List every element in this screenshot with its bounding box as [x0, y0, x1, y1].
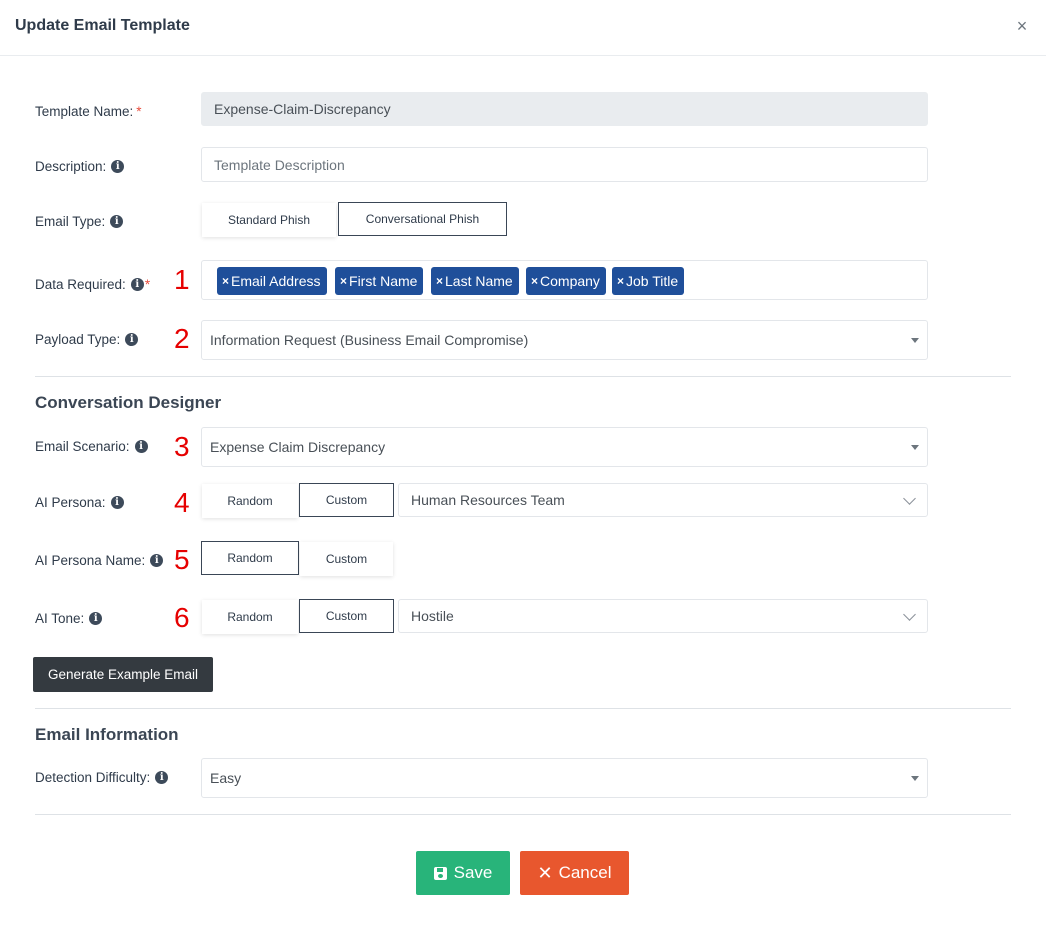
tag-label: Job Title: [626, 273, 679, 289]
tag-label: First Name: [349, 273, 418, 289]
tag-remove-icon[interactable]: ×: [340, 274, 347, 288]
conversation-designer-title: Conversation Designer: [35, 393, 222, 412]
template-name-label-text: Template Name:: [35, 104, 134, 119]
payload-type-label: Payload Type: i: [35, 332, 139, 347]
info-icon[interactable]: i: [134, 440, 148, 453]
email-scenario-value: Expense Claim Discrepancy: [210, 439, 386, 455]
tag-label: Last Name: [445, 273, 513, 289]
tag-remove-icon[interactable]: ×: [436, 274, 443, 288]
annotation-number-5: 5: [174, 544, 190, 575]
annotation-number-3: 3: [174, 431, 190, 462]
cancel-button[interactable]: ✕ Cancel: [520, 851, 629, 895]
ai-persona-name-label-text: AI Persona Name:: [35, 553, 146, 568]
tag-remove-icon[interactable]: ×: [222, 274, 229, 288]
chevron-down-icon: [903, 608, 916, 621]
save-button[interactable]: Save: [416, 851, 510, 895]
ai-persona-label-text: AI Persona:: [35, 495, 106, 510]
tag-job-title[interactable]: × Job Title: [612, 267, 685, 295]
email-scenario-select[interactable]: Expense Claim Discrepancy: [201, 427, 928, 467]
ai-persona-random[interactable]: Random: [202, 484, 298, 518]
detection-difficulty-value: Easy: [210, 770, 242, 786]
divider: [35, 708, 1011, 709]
generate-example-email-button[interactable]: Generate Example Email: [33, 657, 213, 692]
close-icon[interactable]: ×: [1012, 14, 1032, 38]
ai-persona-name-custom[interactable]: Custom: [300, 542, 393, 576]
info-icon[interactable]: i: [155, 771, 169, 784]
tag-first-name[interactable]: × First Name: [335, 267, 424, 295]
info-icon[interactable]: i: [110, 496, 124, 509]
ai-tone-select[interactable]: Hostile: [398, 599, 928, 633]
email-type-label-text: Email Type:: [35, 214, 106, 229]
chevron-down-icon: [903, 492, 916, 505]
tag-label: Company: [540, 273, 600, 289]
ai-persona-name-label: AI Persona Name: i: [35, 553, 164, 568]
info-icon[interactable]: i: [110, 215, 124, 228]
template-name-input[interactable]: Expense-Claim-Discrepancy: [201, 92, 928, 126]
ai-tone-random[interactable]: Random: [202, 600, 298, 634]
data-required-label: Data Required: i *: [35, 277, 150, 292]
detection-difficulty-select[interactable]: Easy: [201, 758, 928, 798]
divider: [35, 376, 1011, 377]
x-mark-icon: ✕: [537, 862, 553, 883]
data-required-label-text: Data Required:: [35, 277, 126, 292]
annotation-number-2: 2: [174, 323, 190, 354]
info-icon[interactable]: i: [89, 612, 103, 625]
ai-tone-label: AI Tone: i: [35, 611, 103, 626]
payload-type-value: Information Request (Business Email Comp…: [210, 332, 529, 348]
ai-tone-label-text: AI Tone:: [35, 611, 85, 626]
caret-down-icon: [911, 776, 919, 781]
email-information-title: Email Information: [35, 725, 179, 744]
info-icon[interactable]: i: [150, 554, 164, 567]
caret-down-icon: [911, 338, 919, 343]
ai-persona-custom[interactable]: Custom: [299, 483, 394, 517]
save-label: Save: [453, 863, 493, 882]
info-icon[interactable]: i: [111, 160, 125, 173]
description-input[interactable]: Template Description: [201, 147, 928, 182]
email-type-conversational-phish[interactable]: Conversational Phish: [338, 202, 507, 236]
cancel-label: Cancel: [558, 863, 612, 882]
tag-remove-icon[interactable]: ×: [617, 274, 624, 288]
detection-difficulty-label: Detection Difficulty: i: [35, 770, 169, 785]
detection-difficulty-label-text: Detection Difficulty:: [35, 770, 151, 785]
divider: [35, 814, 1011, 815]
payload-type-select[interactable]: Information Request (Business Email Comp…: [201, 320, 928, 360]
modal-title: Update Email Template: [15, 17, 190, 34]
info-icon[interactable]: i: [130, 278, 144, 291]
ai-persona-label: AI Persona: i: [35, 495, 124, 510]
ai-tone-custom[interactable]: Custom: [299, 599, 394, 633]
ai-tone-value: Hostile: [411, 608, 454, 624]
ai-persona-value: Human Resources Team: [411, 492, 565, 508]
template-name-label: Template Name: *: [35, 104, 142, 119]
email-scenario-label: Email Scenario: i: [35, 439, 148, 454]
tag-label: Email Address: [231, 273, 321, 289]
modal-header: Update Email Template ×: [0, 0, 1046, 56]
email-type-standard-phish[interactable]: Standard Phish: [202, 203, 336, 237]
tag-remove-icon[interactable]: ×: [531, 274, 538, 288]
ai-persona-select[interactable]: Human Resources Team: [398, 483, 928, 517]
email-scenario-label-text: Email Scenario:: [35, 439, 130, 454]
annotation-number-4: 4: [174, 487, 190, 518]
required-asterisk: *: [136, 104, 142, 119]
template-name-value: Expense-Claim-Discrepancy: [214, 101, 391, 117]
description-placeholder: Template Description: [214, 156, 345, 173]
tag-company[interactable]: × Company: [526, 267, 606, 295]
annotation-number-1: 1: [174, 264, 190, 295]
description-label-text: Description:: [35, 159, 107, 174]
ai-persona-name-random[interactable]: Random: [201, 541, 299, 575]
email-type-label: Email Type: i: [35, 214, 124, 229]
tag-email-address[interactable]: × Email Address: [217, 267, 327, 295]
required-asterisk: *: [144, 277, 151, 292]
caret-down-icon: [911, 445, 919, 450]
annotation-number-6: 6: [174, 602, 190, 633]
info-icon[interactable]: i: [125, 333, 139, 346]
description-label: Description: i: [35, 159, 125, 174]
payload-type-label-text: Payload Type:: [35, 332, 121, 347]
floppy-disk-icon: [433, 866, 447, 880]
tag-last-name[interactable]: × Last Name: [431, 267, 519, 295]
